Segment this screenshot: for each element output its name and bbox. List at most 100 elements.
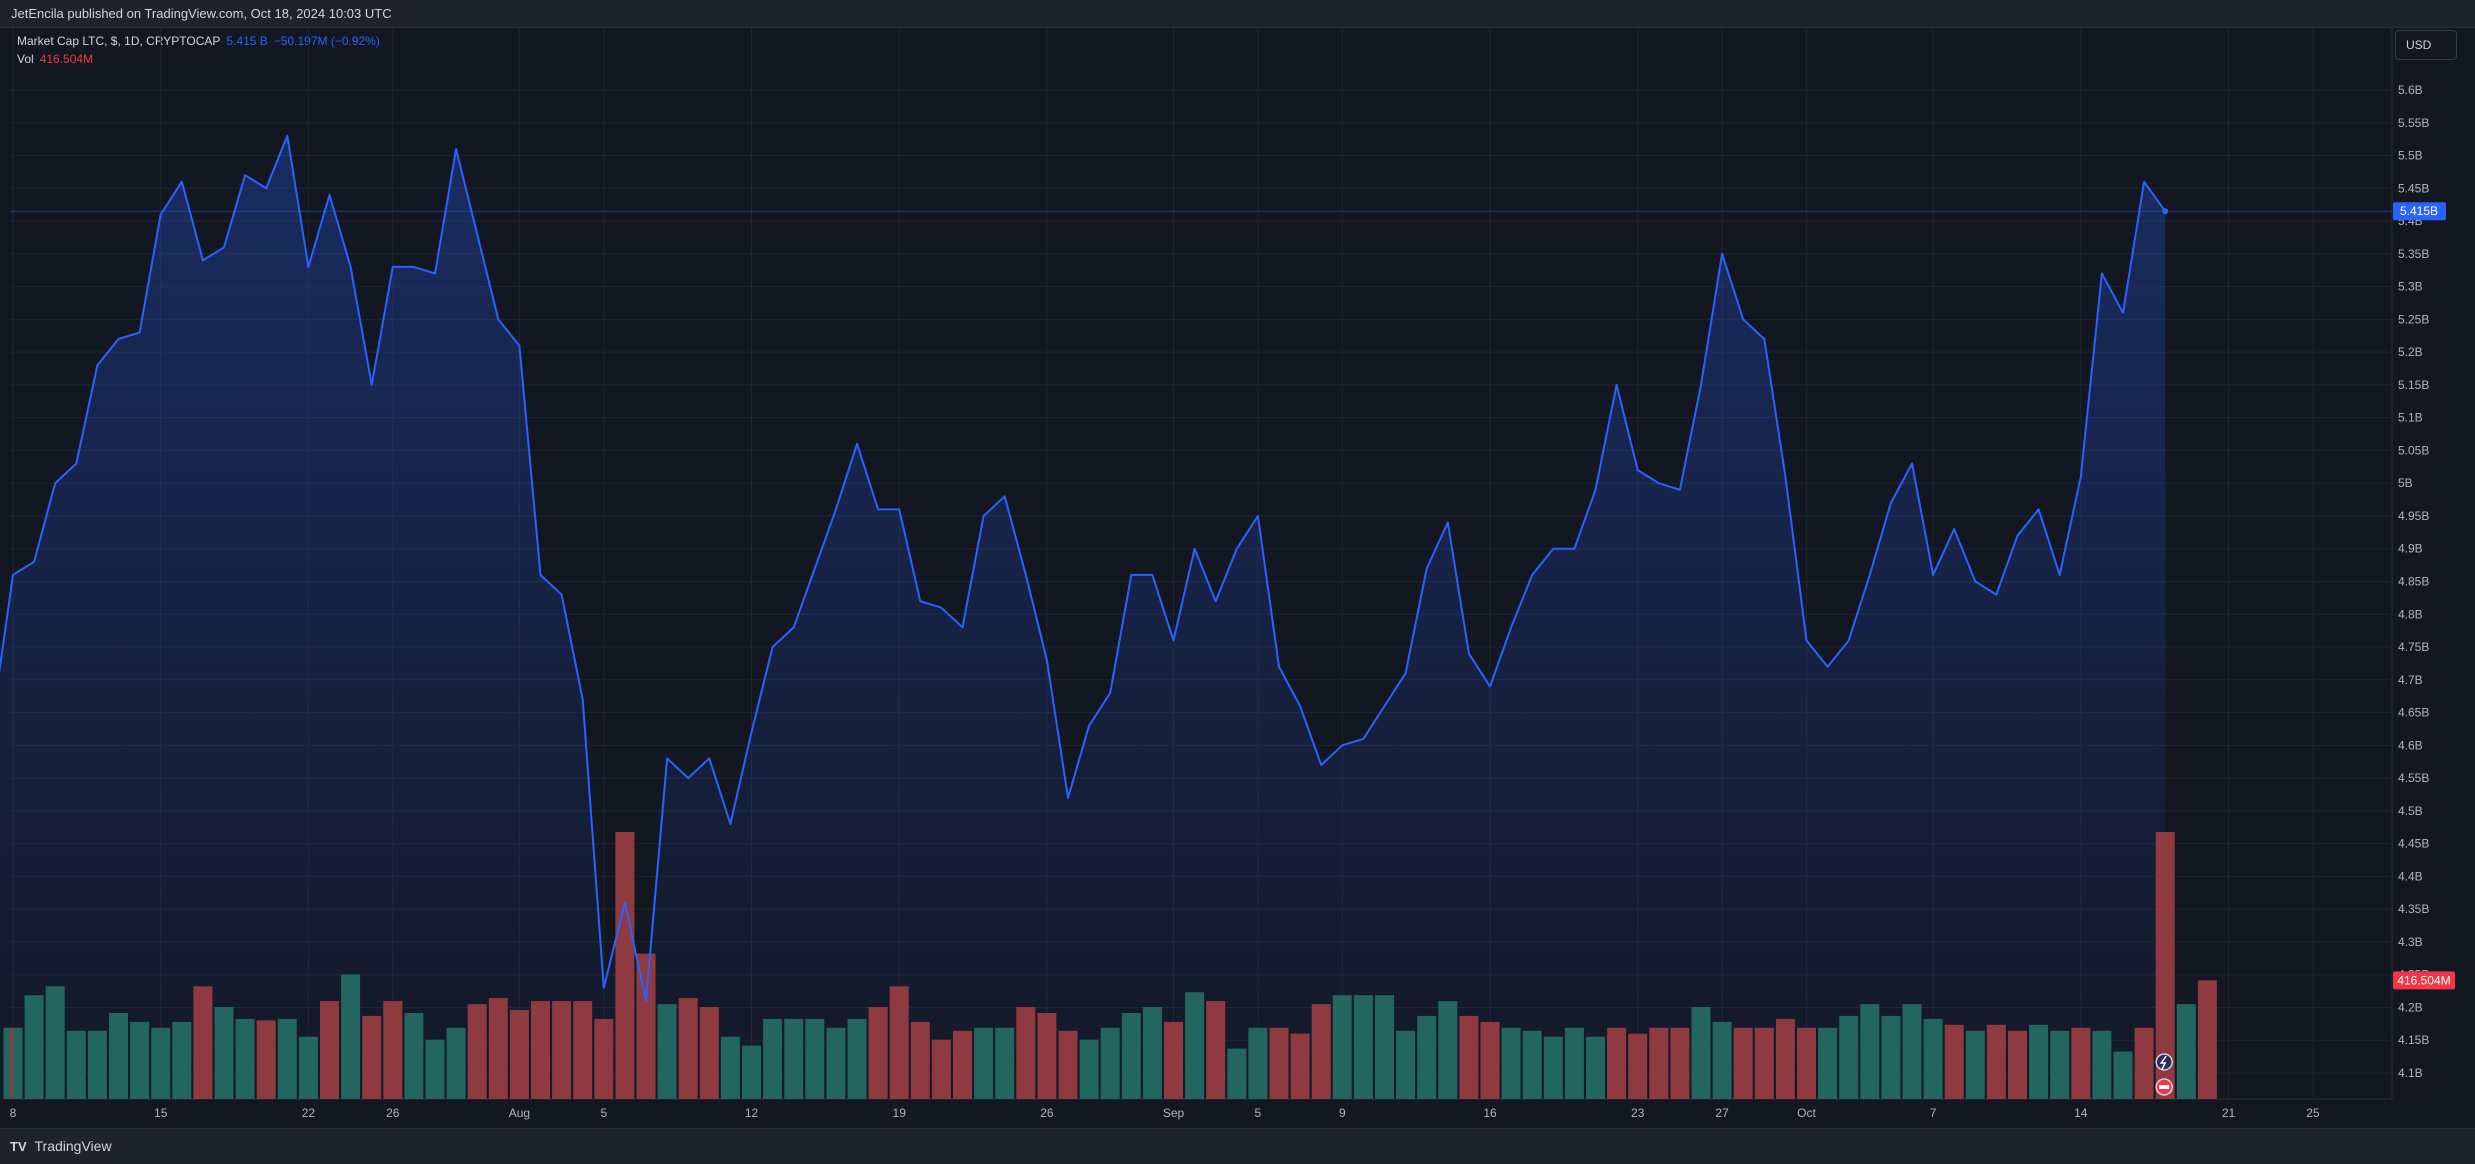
- volume-bar: [657, 1004, 677, 1099]
- volume-value-badge: [2393, 971, 2455, 990]
- volume-bar: [2155, 832, 2175, 1099]
- y-tick-label: 4.75B: [2398, 640, 2429, 654]
- area-fill: [0, 135, 2166, 1099]
- volume-bar: [2176, 1004, 2196, 1099]
- volume-bar: [1142, 1007, 1162, 1099]
- currency-button[interactable]: USD: [2395, 30, 2457, 60]
- volume-bar: [953, 1030, 972, 1099]
- volume-bar: [2008, 1030, 2027, 1099]
- x-tick-label: Aug: [509, 1106, 530, 1120]
- change-value: −50.197M (−0.92%): [273, 34, 380, 48]
- price-series-line: [0, 134, 2167, 1002]
- x-axis[interactable]: 8 15 22 26 Aug 5 12 19 26 Sep 5 9 16 23 27 Oct 7 14 21 25: [10, 1106, 2320, 1120]
- volume-bar: [1332, 995, 1352, 1099]
- y-tick-label: 4.3B: [2398, 935, 2423, 949]
- volume-bar: [1438, 1001, 1458, 1099]
- volume-bar: [615, 832, 635, 1099]
- legend-volume-row[interactable]: Vol 416.504M: [17, 50, 380, 68]
- volume-bar: [320, 1001, 339, 1099]
- legend-symbol-row[interactable]: Market Cap LTC, $, 1D, CRYPTOCAP 5.415 B…: [17, 32, 380, 50]
- y-tick-label: 4.85B: [2398, 575, 2429, 589]
- volume-bar: [1459, 1015, 1479, 1099]
- volume-bar: [1269, 1027, 1289, 1099]
- volume-bar: [1375, 995, 1394, 1099]
- volume-bar: [889, 986, 909, 1099]
- volume-bar: [2113, 1051, 2133, 1099]
- price-line: [0, 134, 2392, 1002]
- x-tick-label: 26: [386, 1106, 400, 1120]
- axis-badges: 5.415B 416.504M: [2393, 202, 2455, 990]
- y-tick-label: 4.5B: [2398, 804, 2423, 818]
- volume-bar: [636, 953, 656, 1099]
- volume-bar: [1670, 1027, 1690, 1099]
- volume-bar: [868, 1007, 888, 1099]
- volume-bar: [2071, 1027, 2091, 1099]
- volume-bar: [931, 1039, 951, 1099]
- volume-bar: [467, 1004, 487, 1099]
- volume-bar: [742, 1045, 761, 1099]
- x-tick-label: Sep: [1163, 1106, 1185, 1120]
- volume-bar: [1164, 1021, 1183, 1099]
- y-tick-label: 4.55B: [2398, 771, 2429, 785]
- footer-bar: TV TradingView: [0, 1128, 2475, 1164]
- volume-bar: [45, 986, 65, 1099]
- volume-bar: [699, 1007, 719, 1099]
- y-tick-label: 4.95B: [2398, 509, 2429, 523]
- volume-bar: [720, 1036, 740, 1099]
- volume-bar: [1185, 992, 1205, 1099]
- volume-bar: [1986, 1024, 2006, 1099]
- volume-bar: [1058, 1030, 1078, 1099]
- volume-value-badge-label: 416.504M: [2397, 973, 2450, 987]
- volume-bar: [974, 1027, 994, 1099]
- y-tick-label: 4.4B: [2398, 869, 2423, 883]
- volume-bar: [1691, 1007, 1711, 1099]
- volume-bar: [214, 1007, 234, 1099]
- volume-bar: [1248, 1027, 1268, 1099]
- y-tick-label: 4.7B: [2398, 673, 2423, 687]
- volume-bar: [1607, 1027, 1627, 1099]
- flag-event-icon: [2155, 1078, 2173, 1096]
- x-tick-label: 12: [745, 1106, 759, 1120]
- volume-bar: [277, 1018, 297, 1099]
- y-tick-label: 5.15B: [2398, 378, 2429, 392]
- grid-lines: [10, 28, 2393, 1100]
- volume-bar: [1206, 1001, 1226, 1099]
- volume-bar: [1965, 1030, 1985, 1099]
- volume-bar: [446, 1027, 466, 1099]
- volume-bar: [193, 986, 213, 1099]
- volume-bar: [594, 1018, 614, 1099]
- y-axis[interactable]: 5.6B 5.55B 5.5B 5.45B 5.4B 5.35B 5.3B 5.25B 5.2B…: [2398, 83, 2429, 1080]
- y-tick-label: 4.65B: [2398, 706, 2429, 720]
- event-icons[interactable]: [2155, 1053, 2173, 1096]
- volume-bar: [1564, 1027, 1584, 1099]
- volume-bar: [1311, 1004, 1331, 1099]
- brand-name[interactable]: TradingView: [35, 1138, 112, 1154]
- y-tick-label: 5.6B: [2398, 83, 2423, 97]
- volume-bar: [1839, 1015, 1859, 1099]
- volume-bar: [488, 998, 508, 1099]
- volume-bar: [1501, 1027, 1521, 1099]
- volume-bar: [1754, 1027, 1774, 1099]
- volume-bar: [404, 1013, 424, 1099]
- volume-bar: [1417, 1015, 1437, 1099]
- volume-bar: [1353, 995, 1373, 1099]
- volume-bar: [1797, 1027, 1816, 1099]
- tradingview-logo-icon[interactable]: TV: [10, 1129, 27, 1164]
- publisher-text: JetEncila published on TradingView.com, …: [11, 6, 392, 21]
- volume-bar: [2050, 1030, 2070, 1099]
- x-tick-label: 16: [1483, 1106, 1497, 1120]
- chart-canvas[interactable]: 5.6B 5.55B 5.5B 5.45B 5.4B 5.35B 5.3B 5.25B 5.2B…: [0, 0, 2475, 1128]
- volume-bar: [1480, 1021, 1500, 1099]
- last-value-badge: [2393, 202, 2446, 221]
- volume-bar: [1016, 1007, 1036, 1099]
- volume-bar: [826, 1027, 846, 1099]
- x-tick-label: 19: [893, 1106, 907, 1120]
- y-tick-label: 5.2B: [2398, 345, 2423, 359]
- volume-bar: [1902, 1004, 1922, 1099]
- volume-bar: [2092, 1030, 2112, 1099]
- last-point: [2162, 208, 2169, 215]
- volume-bar: [573, 1001, 593, 1099]
- volume-bar: [425, 1039, 445, 1099]
- volume-bar: [66, 1030, 86, 1099]
- volume-bar: [130, 1021, 150, 1099]
